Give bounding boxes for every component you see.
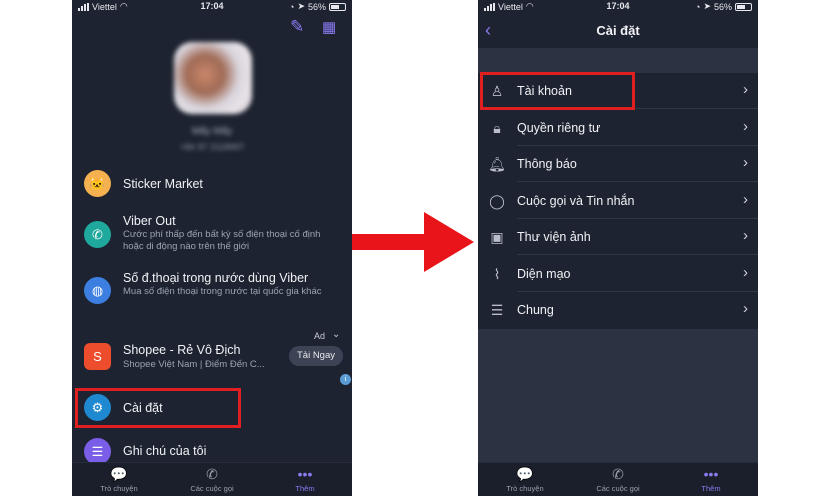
avatar[interactable] (174, 42, 252, 114)
more-dots-icon: ••• (297, 466, 313, 482)
chevron-down-icon[interactable]: ⌄ (332, 329, 340, 340)
tab-label: Các cuộc gọi (596, 484, 640, 493)
tab-more[interactable]: ••• Thêm (671, 466, 751, 493)
highlight-box (75, 388, 241, 428)
phone-icon: ✆ (206, 466, 218, 482)
menu-item-subtitle: Mua số điện thoại trong nước tại quốc gi… (123, 286, 322, 297)
edit-pencil-icon[interactable]: ✎ (290, 17, 304, 37)
profile-name: Mấy Mấy (191, 126, 233, 137)
more-dots-icon: ••• (703, 466, 719, 482)
list-icon: ☰ (490, 302, 504, 318)
settings-item-appearance[interactable]: ⌇ Diện mạo › (478, 256, 758, 292)
bell-icon: 🔔︎ (488, 156, 506, 172)
status-bar: Viettel ◠ 17:04 ◔ ➤ 56% (478, 0, 758, 14)
settings-item-notifications[interactable]: 🔔︎ Thông báo › (478, 146, 758, 182)
tab-label: Thêm (295, 484, 315, 493)
settings-item-label: Thư viện ảnh (517, 230, 591, 244)
tab-label: Thêm (701, 484, 721, 493)
cat-face-icon: 🐱 (84, 170, 111, 197)
chat-bubble-icon: 💬 (516, 466, 534, 482)
brush-icon: ⌇ (493, 266, 501, 282)
settings-list: ♙ Tài khoản › 🔒︎ Quyền riêng tư › 🔔︎ Thô… (478, 73, 758, 329)
location-icon: ➤ (703, 1, 711, 11)
menu-item-title: Ghi chú của tôi (123, 444, 207, 458)
phone-icon: ✆ (612, 466, 624, 482)
chevron-right-icon: › (743, 300, 748, 317)
battery-icon (329, 2, 346, 11)
tab-more[interactable]: ••• Thêm (265, 466, 345, 493)
image-icon: ▣ (490, 229, 504, 245)
arrow-right-icon (352, 212, 474, 272)
chat-bubble-icon: 💬 (110, 466, 128, 482)
battery-percent: 56% (307, 1, 326, 12)
alarm-icon: ◔ (289, 1, 295, 12)
chevron-right-icon: › (743, 191, 748, 208)
divider (517, 254, 758, 255)
more-screen: Viettel ◠ 17:04 ◔ ➤ 56% ✎ ▦ Mấy Mấy +84 … (72, 0, 352, 496)
settings-item-label: Diện mạo (517, 267, 571, 281)
status-bar: Viettel ◠ 17:04 ◔ ➤ 56% (72, 0, 352, 14)
tab-calls[interactable]: ✆ Các cuộc gọi (172, 466, 252, 493)
settings-item-media[interactable]: ▣ Thư viện ảnh › (478, 219, 758, 255)
location-icon: ➤ (297, 1, 305, 11)
chevron-right-icon: › (743, 264, 748, 281)
profile-phone: +84 97 2118997 (179, 142, 245, 152)
menu-item-sticker-market[interactable]: 🐱 Sticker Market (72, 170, 352, 200)
settings-item-label: Thông báo (517, 157, 577, 171)
settings-item-label: Chung (517, 303, 554, 317)
settings-item-privacy[interactable]: 🔒︎ Quyền riêng tư › (478, 110, 758, 146)
alarm-icon: ◔ (695, 1, 701, 12)
tab-label: Trò chuyện (506, 484, 544, 493)
divider (517, 181, 758, 182)
tab-bar: 💬 Trò chuyện ✆ Các cuộc gọi ••• Thêm (478, 462, 758, 496)
tab-calls[interactable]: ✆ Các cuộc gọi (578, 466, 658, 493)
menu-item-title: Viber Out (123, 214, 176, 228)
ad-subtitle: Shopee Việt Nam | Điểm Đến C... (123, 359, 265, 370)
checklist-icon: ☰ (84, 438, 111, 465)
menu-item-notes[interactable]: ☰ Ghi chú của tôi (72, 438, 352, 465)
menu-item-viber-out[interactable]: ✆ Viber Out Cước phí thấp đến bất kỳ số … (72, 213, 352, 255)
page-title: Cài đặt (596, 23, 640, 38)
settings-screen: Viettel ◠ 17:04 ◔ ➤ 56% ‹ Cài đặt ♙ Tài … (478, 0, 758, 496)
tab-chats[interactable]: 💬 Trò chuyện (79, 466, 159, 493)
chevron-right-icon: › (743, 81, 748, 98)
menu-item-title: Sticker Market (123, 177, 203, 191)
battery-icon (735, 2, 752, 11)
adchoices-icon[interactable]: i (340, 374, 351, 385)
menu-item-subtitle: Cước phí thấp đến bất kỳ số điện thoại c… (123, 229, 321, 252)
highlight-box (480, 72, 635, 110)
battery-percent: 56% (713, 1, 732, 12)
shopee-bag-icon: S (84, 343, 111, 370)
globe-icon: ◍ (84, 277, 111, 304)
chevron-right-icon: › (743, 227, 748, 244)
chevron-right-icon: › (743, 118, 748, 135)
menu-item-local-number[interactable]: ◍ Số đ.thoại trong nước dùng Viber Mua s… (72, 270, 352, 314)
chat-bubble-icon: ◯ (489, 193, 505, 209)
lock-icon: 🔒︎ (493, 120, 501, 136)
tab-label: Các cuộc gọi (190, 484, 234, 493)
install-button[interactable]: Tải Ngay (289, 346, 343, 366)
nav-bar: ‹ Cài đặt (478, 14, 758, 48)
menu-item-title: Số đ.thoại trong nước dùng Viber (123, 271, 309, 285)
tab-bar: 💬 Trò chuyện ✆ Các cuộc gọi ••• Thêm (72, 462, 352, 496)
settings-item-label: Cuộc gọi và Tin nhắn (517, 194, 635, 208)
tab-chats[interactable]: 💬 Trò chuyện (485, 466, 565, 493)
phone-out-icon: ✆ (84, 221, 111, 248)
settings-item-label: Quyền riêng tư (517, 121, 601, 135)
settings-item-calls-messages[interactable]: ◯ Cuộc gọi và Tin nhắn › (478, 183, 758, 219)
chevron-right-icon: › (743, 154, 748, 171)
tab-label: Trò chuyện (100, 484, 138, 493)
qr-code-icon[interactable]: ▦ (322, 18, 336, 36)
settings-item-general[interactable]: ☰ Chung › (478, 292, 758, 328)
ad-title: Shopee - Rẻ Vô Địch (123, 343, 241, 357)
